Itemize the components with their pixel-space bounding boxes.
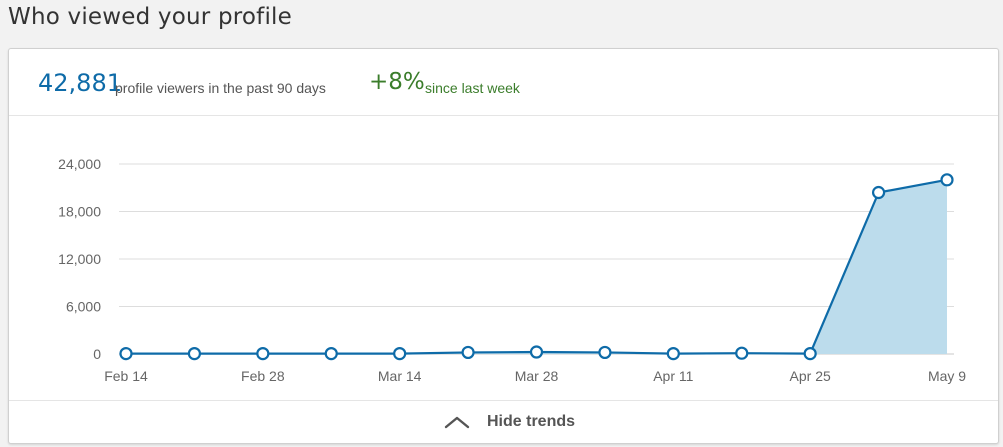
x-tick-label: Feb 14 bbox=[104, 368, 148, 384]
x-tick-label: Apr 11 bbox=[653, 368, 693, 384]
hide-trends-label: Hide trends bbox=[487, 413, 576, 430]
viewer-count[interactable]: 42,881 bbox=[38, 69, 122, 97]
data-point bbox=[256, 347, 270, 361]
data-point bbox=[461, 345, 475, 360]
weekly-change: +8% bbox=[369, 69, 425, 95]
x-tick-label: May 9 bbox=[928, 368, 966, 384]
x-tick-label: Apr 25 bbox=[790, 368, 831, 384]
data-point bbox=[187, 347, 202, 361]
y-tick-label: 12,000 bbox=[58, 251, 101, 267]
hide-trends-button[interactable]: Hide trends bbox=[443, 407, 575, 437]
viewer-count-label: profile viewers in the past 90 days bbox=[115, 80, 326, 96]
data-point bbox=[529, 345, 544, 359]
x-tick-label: Mar 14 bbox=[378, 368, 422, 384]
data-point bbox=[940, 173, 954, 187]
x-tick-label: Feb 28 bbox=[241, 368, 285, 384]
data-point bbox=[803, 347, 817, 361]
data-point bbox=[735, 346, 749, 360]
page-title: Who viewed your profile bbox=[8, 4, 293, 30]
y-tick-label: 24,000 bbox=[58, 156, 101, 172]
chevron-up-icon bbox=[444, 416, 470, 429]
data-point bbox=[324, 347, 338, 361]
weekly-change-label: since last week bbox=[425, 80, 520, 96]
summary-bar: 42,881 profile viewers in the past 90 da… bbox=[9, 49, 998, 116]
series-area bbox=[126, 179, 947, 354]
y-tick-label: 0 bbox=[93, 346, 101, 362]
chart-footer: Hide trends bbox=[9, 400, 998, 443]
profile-views-card: 42,881 profile viewers in the past 90 da… bbox=[8, 48, 999, 444]
data-point bbox=[871, 185, 886, 200]
x-tick-label: Mar 28 bbox=[515, 368, 559, 384]
data-point bbox=[119, 347, 133, 361]
data-point bbox=[666, 347, 680, 361]
data-point bbox=[598, 345, 612, 360]
data-point bbox=[393, 347, 407, 361]
views-trend-chart: 0 6,000 12,000 18,000 24,000 Feb 14 Feb 28 Mar … bbox=[58, 156, 966, 384]
y-tick-label: 6,000 bbox=[66, 299, 101, 315]
y-tick-label: 18,000 bbox=[58, 204, 101, 220]
